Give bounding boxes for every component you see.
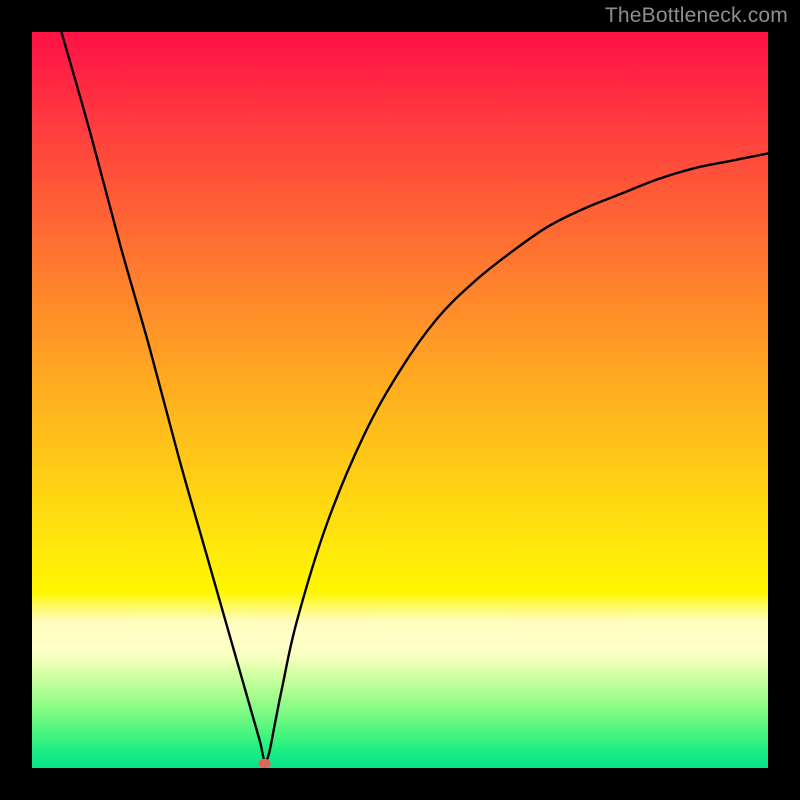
curve-svg bbox=[32, 32, 768, 768]
watermark-text: TheBottleneck.com bbox=[605, 4, 788, 28]
min-marker-dot bbox=[259, 759, 271, 768]
bottleneck-curve bbox=[61, 32, 768, 761]
plot-area bbox=[32, 32, 768, 768]
chart-frame: TheBottleneck.com bbox=[0, 0, 800, 800]
